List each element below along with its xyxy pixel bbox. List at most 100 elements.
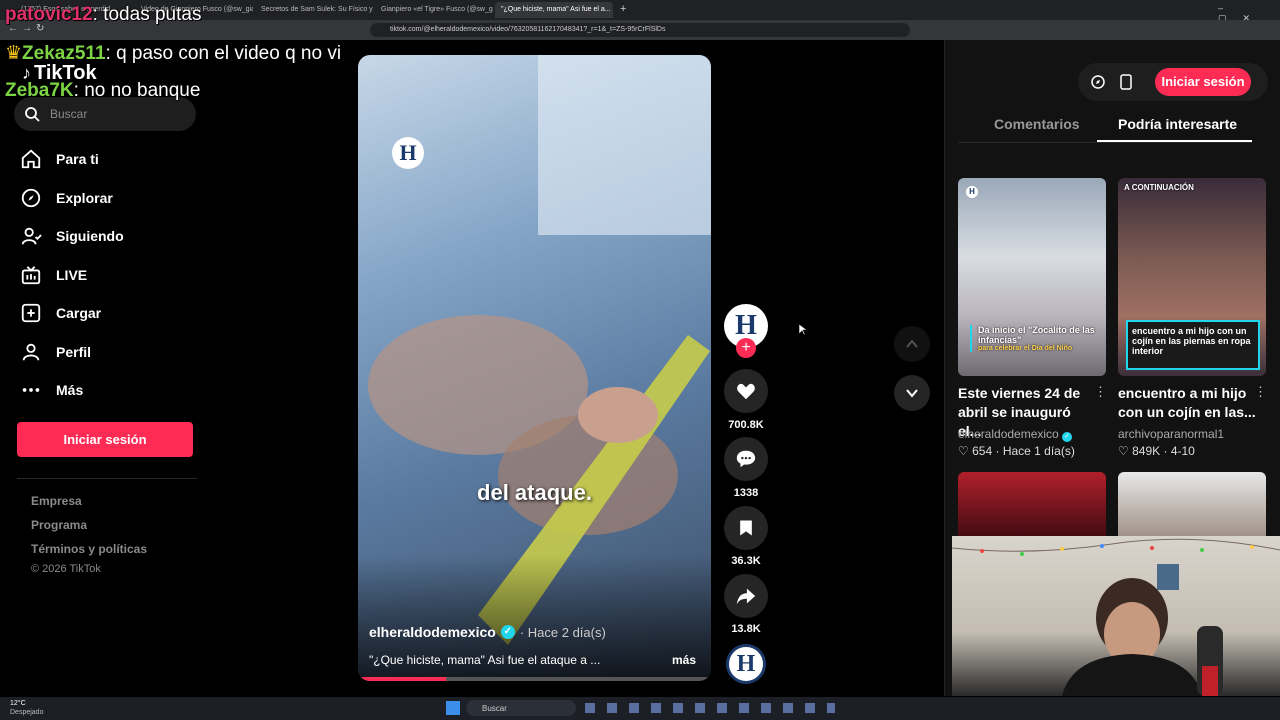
card-title[interactable]: encuentro a mi hijo con un cojín en las.… xyxy=(1118,384,1258,422)
panel-login-button[interactable]: Iniciar sesión xyxy=(1155,68,1251,96)
chat-user: Zeba7K xyxy=(5,80,74,101)
sound-disc[interactable]: H xyxy=(726,644,766,684)
chat-text: : q paso con el video q no vi xyxy=(105,43,342,64)
video-author[interactable]: elheraldodemexico xyxy=(369,624,496,640)
activity-icon[interactable] xyxy=(1090,74,1106,90)
video-description: "¿Que hiciste, mama" Asi fue el ataque a… xyxy=(369,653,601,667)
video-thumbnail[interactable]: A CONTINUACIÓN encuentro a mi hijo con u… xyxy=(1118,178,1266,376)
comment-count: 1338 xyxy=(733,487,759,499)
video-thumbnail[interactable] xyxy=(958,472,1106,542)
share-icon xyxy=(736,588,756,605)
card-author[interactable]: archivoparanormal1 xyxy=(1118,427,1224,441)
nav-para-ti[interactable]: Para ti xyxy=(20,148,99,170)
nav-siguiendo[interactable]: Siguiendo xyxy=(20,225,124,247)
tabs-divider xyxy=(958,142,1252,143)
mobile-app-icon[interactable] xyxy=(1120,74,1132,90)
thumbnail-overlay-text: encuentro a mi hijo con un cojín en las … xyxy=(1126,320,1260,370)
card-time: 4-10 xyxy=(1170,444,1195,458)
video-player[interactable]: H del ataque. elheraldodemexico ✓ · Hace… xyxy=(358,55,711,681)
video-caption-overlay: del ataque. xyxy=(477,480,592,505)
card-stats: ♡ 849K · 4-10 xyxy=(1118,444,1195,458)
nav-label: LIVE xyxy=(56,267,88,283)
taskbar-app-icons[interactable] xyxy=(585,703,835,713)
video-thumbnail[interactable]: H Da inicio el "Zocalito de las infancia… xyxy=(958,178,1106,376)
chat-message: Zeba7K: no no banque xyxy=(5,80,200,102)
nav-label: Siguiendo xyxy=(56,228,124,244)
footer-link-empresa[interactable]: Empresa xyxy=(31,494,82,508)
webcam-scene xyxy=(952,538,1280,696)
browser-tab-active[interactable]: "¿Que hiciste, mama" Asi fue el a... xyxy=(495,2,613,18)
taskbar-search[interactable]: Buscar xyxy=(466,700,576,716)
chat-message: patovic12: todas putas xyxy=(5,4,201,26)
nav-explorar[interactable]: Explorar xyxy=(20,187,113,209)
footer-link-programa[interactable]: Programa xyxy=(31,518,87,532)
video-thumbnail[interactable] xyxy=(1118,472,1266,542)
tab-comentarios[interactable]: Comentarios xyxy=(994,116,1080,132)
chevron-up-icon xyxy=(906,339,918,348)
channel-mini-logo: H xyxy=(966,186,978,198)
nav-perfil[interactable]: Perfil xyxy=(20,341,91,363)
card-likes: 849K xyxy=(1132,444,1161,458)
verified-icon: ✓ xyxy=(1062,432,1073,442)
chat-text: : no no banque xyxy=(73,80,201,101)
thumbnail-overlay-text: Da inicio el "Zocalito de las infancias"… xyxy=(970,325,1098,352)
nav-label: Explorar xyxy=(56,190,113,206)
follow-plus-button[interactable]: + xyxy=(736,338,756,358)
save-button[interactable] xyxy=(724,506,768,550)
like-button[interactable] xyxy=(724,369,768,413)
active-tab-indicator xyxy=(1097,140,1252,142)
card-author[interactable]: elheraldodemexico ✓ xyxy=(958,427,1073,442)
share-button[interactable] xyxy=(724,574,768,618)
card-stats: ♡ 654 · Hace 1 día(s) xyxy=(958,444,1075,458)
new-tab-button[interactable]: + xyxy=(620,3,626,15)
weather-widget[interactable]: 12°C Despejado xyxy=(10,699,43,717)
heart-outline-icon: ♡ xyxy=(1118,444,1129,458)
more-icon xyxy=(22,388,40,392)
login-button[interactable]: Iniciar sesión xyxy=(17,422,193,457)
thumbnail-tag: A CONTINUACIÓN xyxy=(1124,183,1194,192)
start-button[interactable] xyxy=(446,701,460,715)
video-progress-track[interactable] xyxy=(358,677,711,681)
address-bar[interactable]: tiktok.com/@elheraldodemexico/video/7632… xyxy=(370,23,910,37)
webcam-overlay xyxy=(952,536,1280,696)
search-icon xyxy=(25,107,40,122)
nav-label: Más xyxy=(56,382,84,398)
nav-label: Para ti xyxy=(56,151,99,167)
nav-label: Perfil xyxy=(56,344,92,360)
browser-tab[interactable]: Gianpiero «el Tigre» Fusco (@sw_gia... xyxy=(375,2,493,18)
following-icon xyxy=(21,227,42,245)
card-author-name: elheraldodemexico xyxy=(958,427,1059,441)
share-count: 13.8K xyxy=(731,623,761,635)
compass-icon xyxy=(21,188,41,208)
browser-tab[interactable]: Secretos de Sam Sulek: Su Físico y E... xyxy=(255,2,373,18)
search-input[interactable]: Buscar xyxy=(14,97,196,131)
weather-temp: 12°C xyxy=(10,700,26,707)
video-author-line: elheraldodemexico ✓ · Hace 2 día(s) xyxy=(369,624,606,640)
crown-icon: ♛ xyxy=(5,43,23,64)
footer-link-terminos[interactable]: Términos y políticas xyxy=(31,542,147,556)
previous-video-button[interactable] xyxy=(894,326,930,362)
next-video-button[interactable] xyxy=(894,375,930,411)
nav-mas[interactable]: Más xyxy=(20,379,83,401)
thumbnail-overlay-title: Da inicio el "Zocalito de las infancias" xyxy=(978,325,1095,345)
thumbnail-overlay-sub: para celebrar el Día del Niño xyxy=(978,345,1073,352)
tab-podria-interesarte[interactable]: Podría interesarte xyxy=(1118,116,1237,132)
more-link[interactable]: más xyxy=(672,653,696,667)
os-taskbar: 12°C Despejado Buscar xyxy=(0,697,1280,720)
like-count: 700.8K xyxy=(728,419,764,431)
nav-label: Cargar xyxy=(56,305,102,321)
comment-button[interactable] xyxy=(724,437,768,481)
weather-desc: Despejado xyxy=(10,709,44,716)
chat-user: Zekaz511 xyxy=(22,43,106,64)
card-more-icon[interactable]: ⋮ xyxy=(1254,384,1267,400)
mouse-cursor-icon xyxy=(799,324,807,336)
card-time: Hace 1 día(s) xyxy=(1002,444,1075,458)
card-more-icon[interactable]: ⋮ xyxy=(1094,384,1107,400)
chat-user: patovic12 xyxy=(5,4,93,25)
nav-cargar[interactable]: Cargar xyxy=(20,302,101,324)
nav-live[interactable]: LIVE xyxy=(20,264,87,286)
comment-icon xyxy=(736,450,756,468)
search-placeholder: Buscar xyxy=(50,107,88,121)
copyright: © 2026 TikTok xyxy=(31,563,101,575)
profile-icon xyxy=(22,343,40,361)
